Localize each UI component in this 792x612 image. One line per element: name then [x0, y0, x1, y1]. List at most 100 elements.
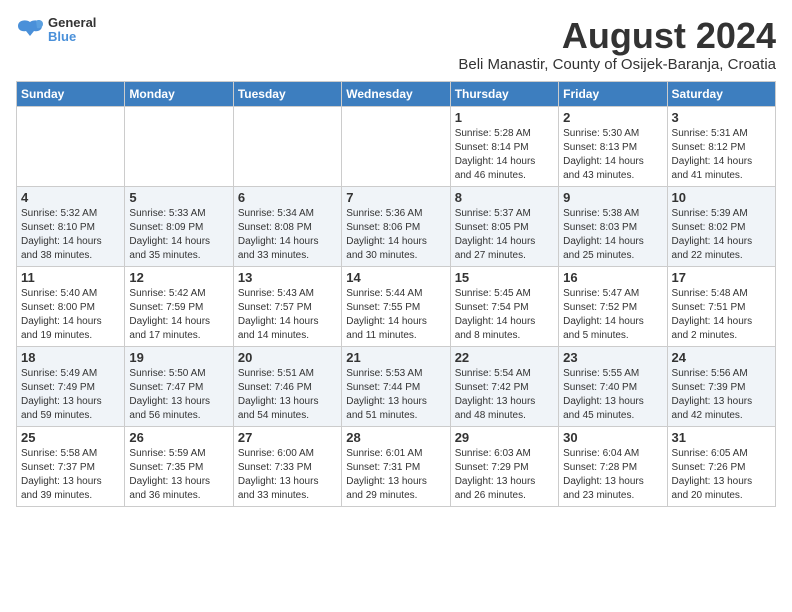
day-number: 29: [455, 430, 554, 445]
day-info: Sunrise: 5:49 AM Sunset: 7:49 PM Dayligh…: [21, 367, 120, 423]
week-row-2: 4Sunrise: 5:32 AM Sunset: 8:10 PM Daylig…: [17, 186, 776, 266]
logo-line2: Blue: [48, 30, 96, 44]
day-number: 1: [455, 110, 554, 125]
day-number: 24: [672, 350, 771, 365]
logo-text: General Blue: [48, 16, 96, 45]
title-block: August 2024 Beli Manastir, County of Osi…: [458, 16, 776, 73]
day-cell: 10 Sunrise: 5:39 AM Sunset: 8:02 PM Dayli…: [667, 186, 775, 266]
day-cell: 5 Sunrise: 5:33 AM Sunset: 8:09 PM Daylig…: [125, 186, 233, 266]
day-info: Sunrise: 6:01 AM Sunset: 7:31 PM Dayligh…: [346, 447, 445, 503]
day-cell: 29Sunrise: 6:03 AM Sunset: 7:29 PM Dayli…: [450, 426, 558, 506]
day-info: Sunrise: 6:04 AM Sunset: 7:28 PM Dayligh…: [563, 447, 662, 503]
day-number: 30: [563, 430, 662, 445]
day-number: 18: [21, 350, 120, 365]
day-cell: 9 Sunrise: 5:38 AM Sunset: 8:03 PM Daylig…: [559, 186, 667, 266]
day-cell: 21 Sunrise: 5:53 AM Sunset: 7:44 PM Dayli…: [342, 346, 450, 426]
day-number: 3: [672, 110, 771, 125]
calendar-table: SundayMondayTuesdayWednesdayThursdayFrid…: [16, 81, 776, 507]
main-title: August 2024: [458, 16, 776, 56]
day-number: 23: [563, 350, 662, 365]
header-cell-thursday: Thursday: [450, 81, 558, 106]
day-info: Sunrise: 5:45 AM Sunset: 7:54 PM Dayligh…: [455, 287, 554, 343]
calendar-header: SundayMondayTuesdayWednesdayThursdayFrid…: [17, 81, 776, 106]
week-row-4: 18 Sunrise: 5:49 AM Sunset: 7:49 PM Dayli…: [17, 346, 776, 426]
day-number: 13: [238, 270, 337, 285]
day-number: 9: [563, 190, 662, 205]
day-cell: [125, 106, 233, 186]
day-info: Sunrise: 5:28 AM Sunset: 8:14 PM Dayligh…: [455, 127, 554, 183]
day-number: 16: [563, 270, 662, 285]
day-info: Sunrise: 5:42 AM Sunset: 7:59 PM Dayligh…: [129, 287, 228, 343]
header-cell-wednesday: Wednesday: [342, 81, 450, 106]
subtitle: Beli Manastir, County of Osijek-Baranja,…: [458, 56, 776, 73]
day-number: 27: [238, 430, 337, 445]
day-cell: 1 Sunrise: 5:28 AM Sunset: 8:14 PM Daylig…: [450, 106, 558, 186]
day-cell: 17Sunrise: 5:48 AM Sunset: 7:51 PM Dayli…: [667, 266, 775, 346]
day-info: Sunrise: 5:36 AM Sunset: 8:06 PM Dayligh…: [346, 207, 445, 263]
day-number: 19: [129, 350, 228, 365]
day-info: Sunrise: 5:58 AM Sunset: 7:37 PM Dayligh…: [21, 447, 120, 503]
day-cell: 11Sunrise: 5:40 AM Sunset: 8:00 PM Dayli…: [17, 266, 125, 346]
day-cell: 30 Sunrise: 6:04 AM Sunset: 7:28 PM Dayli…: [559, 426, 667, 506]
day-info: Sunrise: 6:00 AM Sunset: 7:33 PM Dayligh…: [238, 447, 337, 503]
logo-line1: General: [48, 16, 96, 30]
day-cell: [342, 106, 450, 186]
day-number: 15: [455, 270, 554, 285]
day-info: Sunrise: 5:43 AM Sunset: 7:57 PM Dayligh…: [238, 287, 337, 343]
day-number: 21: [346, 350, 445, 365]
day-number: 12: [129, 270, 228, 285]
header-cell-saturday: Saturday: [667, 81, 775, 106]
header-row: SundayMondayTuesdayWednesdayThursdayFrid…: [17, 81, 776, 106]
day-info: Sunrise: 5:31 AM Sunset: 8:12 PM Dayligh…: [672, 127, 771, 183]
day-info: Sunrise: 5:50 AM Sunset: 7:47 PM Dayligh…: [129, 367, 228, 423]
day-number: 8: [455, 190, 554, 205]
day-info: Sunrise: 5:48 AM Sunset: 7:51 PM Dayligh…: [672, 287, 771, 343]
logo-icon: [16, 18, 44, 42]
day-cell: 28 Sunrise: 6:01 AM Sunset: 7:31 PM Dayli…: [342, 426, 450, 506]
day-info: Sunrise: 5:51 AM Sunset: 7:46 PM Dayligh…: [238, 367, 337, 423]
logo: General Blue: [16, 16, 96, 45]
day-cell: 13 Sunrise: 5:43 AM Sunset: 7:57 PM Dayli…: [233, 266, 341, 346]
day-cell: [233, 106, 341, 186]
day-cell: 15 Sunrise: 5:45 AM Sunset: 7:54 PM Dayli…: [450, 266, 558, 346]
day-info: Sunrise: 5:39 AM Sunset: 8:02 PM Dayligh…: [672, 207, 771, 263]
header-cell-monday: Monday: [125, 81, 233, 106]
day-cell: 8 Sunrise: 5:37 AM Sunset: 8:05 PM Daylig…: [450, 186, 558, 266]
day-cell: 19 Sunrise: 5:50 AM Sunset: 7:47 PM Dayli…: [125, 346, 233, 426]
day-cell: 26Sunrise: 5:59 AM Sunset: 7:35 PM Dayli…: [125, 426, 233, 506]
day-cell: 20 Sunrise: 5:51 AM Sunset: 7:46 PM Dayli…: [233, 346, 341, 426]
day-cell: 6Sunrise: 5:34 AM Sunset: 8:08 PM Daylig…: [233, 186, 341, 266]
header-cell-friday: Friday: [559, 81, 667, 106]
day-cell: 23Sunrise: 5:55 AM Sunset: 7:40 PM Dayli…: [559, 346, 667, 426]
day-number: 25: [21, 430, 120, 445]
day-number: 10: [672, 190, 771, 205]
week-row-3: 11Sunrise: 5:40 AM Sunset: 8:00 PM Dayli…: [17, 266, 776, 346]
day-info: Sunrise: 5:38 AM Sunset: 8:03 PM Dayligh…: [563, 207, 662, 263]
header: General Blue August 2024 Beli Manastir, …: [16, 16, 776, 73]
day-info: Sunrise: 5:54 AM Sunset: 7:42 PM Dayligh…: [455, 367, 554, 423]
day-cell: 31Sunrise: 6:05 AM Sunset: 7:26 PM Dayli…: [667, 426, 775, 506]
day-number: 31: [672, 430, 771, 445]
day-info: Sunrise: 5:47 AM Sunset: 7:52 PM Dayligh…: [563, 287, 662, 343]
day-cell: [17, 106, 125, 186]
day-cell: 25 Sunrise: 5:58 AM Sunset: 7:37 PM Dayli…: [17, 426, 125, 506]
day-cell: 27 Sunrise: 6:00 AM Sunset: 7:33 PM Dayli…: [233, 426, 341, 506]
day-info: Sunrise: 5:33 AM Sunset: 8:09 PM Dayligh…: [129, 207, 228, 263]
day-info: Sunrise: 5:56 AM Sunset: 7:39 PM Dayligh…: [672, 367, 771, 423]
day-number: 5: [129, 190, 228, 205]
header-cell-sunday: Sunday: [17, 81, 125, 106]
day-cell: 16 Sunrise: 5:47 AM Sunset: 7:52 PM Dayli…: [559, 266, 667, 346]
day-cell: 22Sunrise: 5:54 AM Sunset: 7:42 PM Dayli…: [450, 346, 558, 426]
day-number: 4: [21, 190, 120, 205]
day-number: 6: [238, 190, 337, 205]
day-info: Sunrise: 5:37 AM Sunset: 8:05 PM Dayligh…: [455, 207, 554, 263]
calendar-body: 1 Sunrise: 5:28 AM Sunset: 8:14 PM Daylig…: [17, 106, 776, 506]
day-number: 20: [238, 350, 337, 365]
day-cell: 14Sunrise: 5:44 AM Sunset: 7:55 PM Dayli…: [342, 266, 450, 346]
day-info: Sunrise: 5:44 AM Sunset: 7:55 PM Dayligh…: [346, 287, 445, 343]
day-info: Sunrise: 5:53 AM Sunset: 7:44 PM Dayligh…: [346, 367, 445, 423]
day-number: 28: [346, 430, 445, 445]
header-cell-tuesday: Tuesday: [233, 81, 341, 106]
day-cell: 4Sunrise: 5:32 AM Sunset: 8:10 PM Daylig…: [17, 186, 125, 266]
day-cell: 12 Sunrise: 5:42 AM Sunset: 7:59 PM Dayli…: [125, 266, 233, 346]
